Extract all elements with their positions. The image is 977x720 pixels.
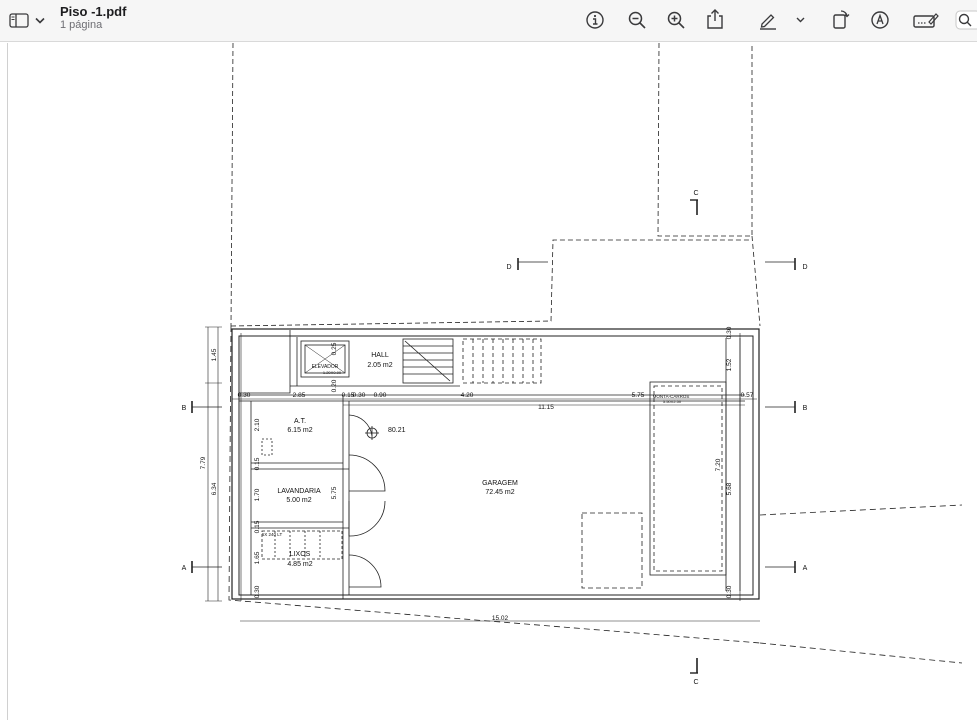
dim-5-68: 5.68	[726, 482, 733, 495]
lavandaria-label: LAVANDARIA	[277, 488, 321, 495]
dim-0-15-a: 0.15	[254, 457, 261, 470]
dim-0-30-bottom-left: 0.30	[254, 585, 261, 598]
garagem-area: 72.45 m2	[485, 489, 514, 496]
section-d-left: D	[506, 264, 511, 271]
highlight-button[interactable]	[756, 8, 780, 32]
section-c-bottom: C	[693, 679, 698, 686]
form-fill-button[interactable]	[912, 8, 940, 32]
pdf-document-view[interactable]: HALL 2.05 m2 ELEVADOR 1.20X0.90 A.T. 6.1…	[0, 43, 977, 720]
dim-1-65: 1.65	[254, 551, 261, 564]
elevator-dims: 1.20X0.90	[323, 370, 342, 375]
dim-1-45: 1.45	[211, 348, 218, 361]
section-a-right: A	[803, 565, 808, 572]
hall-area: 2.05 m2	[367, 362, 392, 369]
sidebar-icon	[9, 12, 29, 28]
rotate-icon	[833, 10, 850, 29]
info-icon	[586, 11, 604, 29]
markup-button[interactable]	[868, 8, 892, 32]
zoom-in-icon	[667, 11, 685, 29]
dim-0-25: 0.25	[331, 342, 338, 355]
section-c-top: C	[693, 190, 698, 197]
search-button[interactable]	[955, 8, 977, 32]
dim-0-30-top-right: 0.30	[726, 326, 733, 339]
dim-0-57: 0.57	[741, 392, 754, 399]
at-label: A.T.	[294, 418, 306, 425]
dim-7-20: 7.20	[715, 458, 722, 471]
dim-0-30-bottom-right: 0.30	[726, 585, 733, 598]
lixos-label: LIXOS	[290, 551, 311, 558]
garagem-label: GARAGEM	[482, 480, 518, 487]
section-d-right: D	[802, 264, 807, 271]
document-title[interactable]: Piso -1.pdf	[60, 4, 126, 19]
chevron-down-icon	[796, 17, 804, 23]
highlight-pen-icon	[760, 14, 776, 30]
info-button[interactable]	[583, 8, 607, 32]
search-icon	[955, 10, 977, 30]
at-area: 6.15 m2	[287, 427, 312, 434]
dim-7-79: 7.79	[200, 456, 207, 469]
document-subtitle: 1 página	[60, 19, 103, 31]
dim-0-90: 0.90	[374, 392, 387, 399]
dim-1-70: 1.70	[254, 488, 261, 501]
dim-2-85: 2.85	[293, 392, 306, 399]
lixos-area: 4.85 m2	[287, 561, 312, 568]
dim-6-34: 6.34	[211, 482, 218, 495]
dim-0-30-left: 0.30	[238, 392, 251, 399]
dim-5-75-vertical: 5.75	[331, 486, 338, 499]
hall-label: HALL	[371, 352, 389, 359]
highlight-menu-button[interactable]	[793, 13, 807, 27]
section-a-left: A	[182, 565, 187, 572]
dim-1-52: 1.52	[726, 358, 733, 371]
dim-0-30-mid: 0.30	[353, 392, 366, 399]
rotate-button[interactable]	[829, 6, 853, 32]
dim-15-02: 15.02	[492, 615, 509, 622]
sidebar-menu-button[interactable]	[33, 13, 47, 27]
sidebar-toggle-button[interactable]	[8, 11, 30, 29]
dim-2-10: 2.10	[254, 418, 261, 431]
form-fill-icon	[913, 13, 939, 28]
share-icon	[707, 9, 723, 29]
level-mark: 80.21	[388, 427, 406, 434]
monta-carros-dims: 5.50X2.50	[663, 399, 682, 404]
share-button[interactable]	[703, 6, 727, 32]
lixos-tag: 6X 240 LT	[262, 532, 283, 537]
zoom-in-button[interactable]	[664, 8, 688, 32]
section-b-left: B	[182, 405, 187, 412]
dim-5-75: 5.75	[632, 392, 645, 399]
dim-0-15-b: 0.15	[254, 520, 261, 533]
markup-icon	[871, 11, 889, 29]
zoom-out-icon	[628, 11, 646, 29]
lavandaria-area: 5.00 m2	[286, 497, 311, 504]
section-b-right: B	[803, 405, 808, 412]
floor-plan-drawing: HALL 2.05 m2 ELEVADOR 1.20X0.90 A.T. 6.1…	[182, 43, 963, 686]
zoom-out-button[interactable]	[625, 8, 649, 32]
toolbar: Piso -1.pdf 1 página	[0, 0, 977, 42]
dim-0-20: 0.20	[331, 379, 338, 392]
chevron-down-icon	[35, 17, 45, 24]
dim-4-20: 4.20	[461, 392, 474, 399]
dim-11-15: 11.15	[538, 404, 554, 411]
